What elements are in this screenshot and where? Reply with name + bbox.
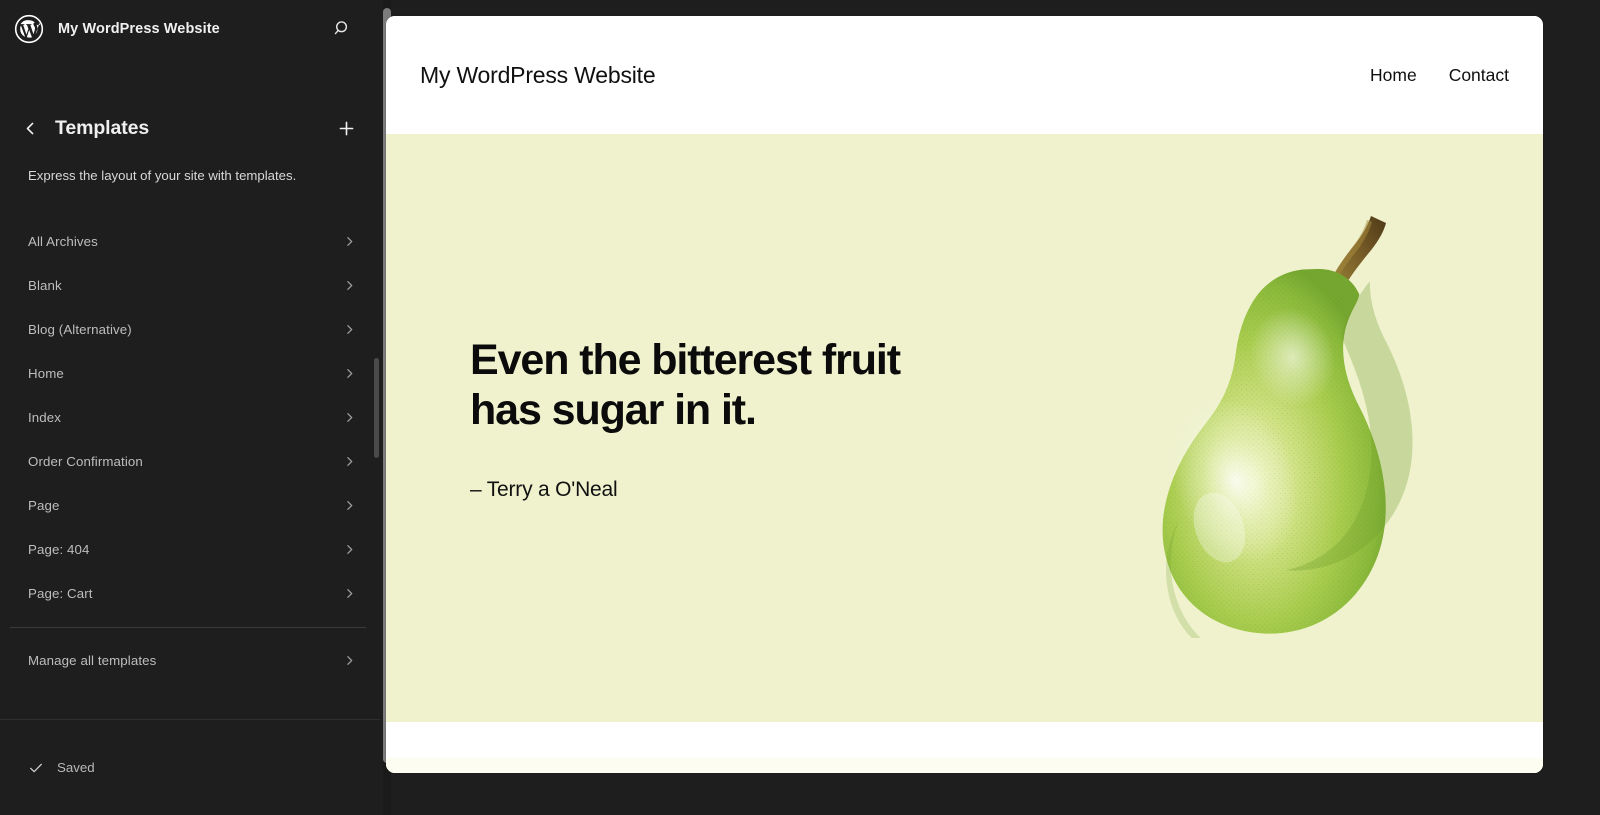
- template-item-index[interactable]: Index: [0, 396, 380, 440]
- template-item-page-cart[interactable]: Page: Cart: [0, 572, 380, 616]
- preview-site-footer: [386, 722, 1543, 773]
- template-item-blank[interactable]: Blank: [0, 264, 380, 308]
- chevron-right-icon: [344, 544, 356, 555]
- chevron-right-icon: [344, 655, 356, 666]
- nav-link-contact[interactable]: Contact: [1449, 65, 1509, 86]
- editor-canvas-area: My WordPress Website Home Contact Even t…: [380, 0, 1600, 815]
- template-item-label: Page: Cart: [28, 586, 93, 602]
- sidebar-footer: Saved: [0, 719, 380, 815]
- nav-link-home[interactable]: Home: [1370, 65, 1417, 86]
- template-item-label: Blank: [28, 278, 62, 294]
- template-item-order-confirmation[interactable]: Order Confirmation: [0, 440, 380, 484]
- sidebar-top-bar: My WordPress Website: [0, 0, 380, 57]
- footer-accent-strip: [386, 758, 1543, 773]
- hero-attribution[interactable]: – Terry a O'Neal: [470, 478, 900, 502]
- site-preview-canvas[interactable]: My WordPress Website Home Contact Even t…: [386, 16, 1543, 773]
- hero-section[interactable]: Even the bitterest fruit has sugar in it…: [386, 134, 1543, 722]
- template-item-label: Page: [28, 498, 60, 514]
- template-item-all-archives[interactable]: All Archives: [0, 220, 380, 264]
- template-item-label: Index: [28, 410, 62, 426]
- manage-all-templates-label: Manage all templates: [28, 653, 157, 669]
- chevron-right-icon: [344, 324, 356, 335]
- status-badge: Saved: [28, 760, 95, 776]
- chevron-right-icon: [344, 280, 356, 291]
- plus-icon[interactable]: [330, 112, 362, 144]
- template-item-label: Order Confirmation: [28, 454, 143, 470]
- template-item-label: Page: 404: [28, 542, 90, 558]
- hero-heading[interactable]: Even the bitterest fruit has sugar in it…: [470, 336, 901, 436]
- preview-site-nav: Home Contact: [1370, 65, 1509, 86]
- template-item-home[interactable]: Home: [0, 352, 380, 396]
- panel-description: Express the layout of your site with tem…: [28, 168, 297, 183]
- panel-header: Templates: [0, 106, 380, 150]
- template-item-label: Home: [28, 366, 64, 382]
- chevron-left-icon[interactable]: [14, 112, 46, 144]
- editor-site-name: My WordPress Website: [58, 20, 220, 37]
- list-divider: [10, 626, 366, 628]
- templates-list: All Archives Blank Blog (Alternative) Ho…: [0, 220, 380, 683]
- chevron-right-icon: [344, 588, 356, 599]
- sidebar-scrollbar-thumb[interactable]: [374, 358, 379, 458]
- chevron-right-icon: [344, 368, 356, 379]
- preview-site-header: My WordPress Website Home Contact: [386, 16, 1543, 134]
- preview-site-title[interactable]: My WordPress Website: [420, 62, 656, 89]
- template-item-page-404[interactable]: Page: 404: [0, 528, 380, 572]
- save-status-label: Saved: [57, 760, 95, 775]
- check-icon: [28, 760, 44, 776]
- pear-illustration-image[interactable]: [1113, 208, 1413, 638]
- hero-text-block: Even the bitterest fruit has sugar in it…: [386, 336, 901, 503]
- template-item-label: Blog (Alternative): [28, 322, 132, 338]
- wordpress-logo-icon[interactable]: [14, 14, 44, 44]
- chevron-right-icon: [344, 236, 356, 247]
- template-item-label: All Archives: [28, 234, 98, 250]
- chevron-right-icon: [344, 500, 356, 511]
- chevron-right-icon: [344, 456, 356, 467]
- template-item-blog-alternative[interactable]: Blog (Alternative): [0, 308, 380, 352]
- search-icon[interactable]: [326, 13, 358, 45]
- page-title: Templates: [55, 116, 150, 139]
- template-item-page[interactable]: Page: [0, 484, 380, 528]
- site-editor: My WordPress Website Templates Express t…: [0, 0, 1600, 815]
- chevron-right-icon: [344, 412, 356, 423]
- manage-all-templates-item[interactable]: Manage all templates: [0, 639, 380, 683]
- editor-sidebar: My WordPress Website Templates Express t…: [0, 0, 380, 815]
